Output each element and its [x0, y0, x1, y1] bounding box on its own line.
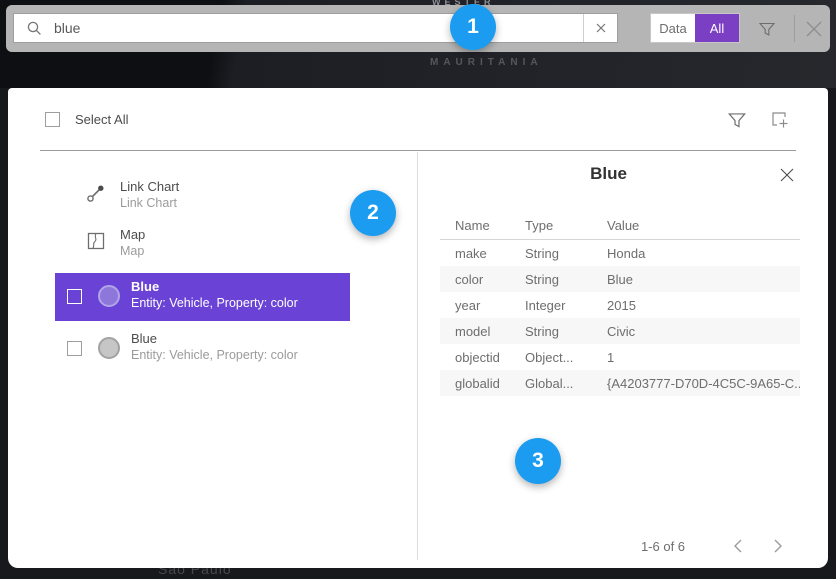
detail-title: Blue	[417, 164, 800, 184]
cell-value: {A4203777-D70D-4C5C-9A65-C...	[607, 376, 800, 391]
list-item-title: Link Chart	[120, 179, 179, 194]
select-all-checkbox[interactable]	[45, 112, 60, 127]
cell-value: Civic	[607, 324, 800, 339]
filter-funnel-icon	[726, 109, 748, 131]
toolbar-filter-button[interactable]	[754, 16, 780, 42]
annotation-callout-1: 1	[450, 4, 496, 50]
annotation-callout-2: 2	[350, 190, 396, 236]
clear-search-button[interactable]	[583, 14, 617, 42]
cell-value: 1	[607, 350, 800, 365]
search-results-panel: Select All Link Chart Link Chart Map Map	[8, 88, 828, 568]
select-all-label: Select All	[75, 112, 128, 127]
list-item-subtitle: Link Chart	[120, 196, 177, 210]
cell-type: Integer	[525, 298, 607, 313]
panel-filter-button[interactable]	[725, 108, 749, 132]
cell-name: year	[455, 298, 525, 313]
search-toolbar: blue Data All	[6, 5, 830, 52]
cell-type: String	[525, 272, 607, 287]
pagination-prev-button[interactable]	[726, 534, 750, 558]
result-subtitle: Entity: Vehicle, Property: color	[131, 348, 298, 362]
close-icon	[803, 18, 825, 40]
entity-circle-icon	[98, 337, 120, 359]
panel-header-divider	[40, 150, 796, 151]
screen: WESTER MAURITANIA São Paulo blue Data Al…	[0, 0, 836, 579]
link-chart-icon	[85, 182, 107, 204]
close-icon	[779, 167, 795, 183]
cell-type: Object...	[525, 350, 607, 365]
cell-name: globalid	[455, 376, 525, 391]
map-label-mauritania: MAURITANIA	[430, 57, 543, 68]
pagination-label: 1-6 of 6	[608, 539, 718, 554]
table-row: globalid Global... {A4203777-D70D-4C5C-9…	[440, 370, 800, 396]
table-row: model String Civic	[440, 318, 800, 344]
list-detail-divider	[417, 152, 418, 560]
cell-type: String	[525, 246, 607, 261]
detail-close-button[interactable]	[777, 165, 797, 185]
search-input[interactable]: blue	[13, 13, 618, 43]
chevron-right-icon	[773, 539, 783, 553]
add-to-new-item-button[interactable]	[768, 108, 792, 132]
table-row: color String Blue	[440, 266, 800, 292]
table-row: objectid Object... 1	[440, 344, 800, 370]
entity-circle-icon	[98, 285, 120, 307]
cell-name: color	[455, 272, 525, 287]
table-header-row: Name Type Value	[440, 212, 800, 240]
search-icon	[14, 20, 54, 36]
cell-name: objectid	[455, 350, 525, 365]
result-checkbox[interactable]	[67, 341, 82, 356]
result-title: Blue	[131, 279, 159, 294]
toggle-option-data[interactable]: Data	[651, 14, 695, 42]
annotation-callout-3: 3	[515, 438, 561, 484]
result-subtitle: Entity: Vehicle, Property: color	[131, 296, 298, 310]
table-row: make String Honda	[440, 240, 800, 266]
result-item-blue[interactable]: Blue Entity: Vehicle, Property: color	[55, 325, 350, 373]
select-all-row: Select All	[45, 112, 128, 127]
toggle-option-all[interactable]: All	[695, 14, 739, 42]
table-row: year Integer 2015	[440, 292, 800, 318]
column-header-name: Name	[455, 218, 525, 233]
chevron-left-icon	[733, 539, 743, 553]
map-icon	[85, 230, 107, 252]
toolbar-divider	[794, 15, 795, 42]
column-header-type: Type	[525, 218, 607, 233]
cell-type: String	[525, 324, 607, 339]
clear-x-icon	[595, 22, 607, 34]
cell-value: Blue	[607, 272, 800, 287]
result-checkbox[interactable]	[67, 289, 82, 304]
filter-funnel-icon	[757, 19, 777, 39]
add-item-icon	[769, 109, 791, 131]
result-title: Blue	[131, 331, 157, 346]
pagination-next-button[interactable]	[766, 534, 790, 558]
column-header-value: Value	[607, 218, 800, 233]
cell-value: Honda	[607, 246, 800, 261]
search-value: blue	[54, 20, 583, 36]
cell-type: Global...	[525, 376, 607, 391]
list-item-title: Map	[120, 227, 145, 242]
cell-value: 2015	[607, 298, 800, 313]
toolbar-close-button[interactable]	[801, 16, 827, 42]
result-item-blue-selected[interactable]: Blue Entity: Vehicle, Property: color	[55, 273, 350, 321]
cell-name: make	[455, 246, 525, 261]
properties-table: Name Type Value make String Honda color …	[440, 212, 800, 396]
list-item-subtitle: Map	[120, 244, 144, 258]
cell-name: model	[455, 324, 525, 339]
scope-toggle: Data All	[650, 13, 740, 43]
